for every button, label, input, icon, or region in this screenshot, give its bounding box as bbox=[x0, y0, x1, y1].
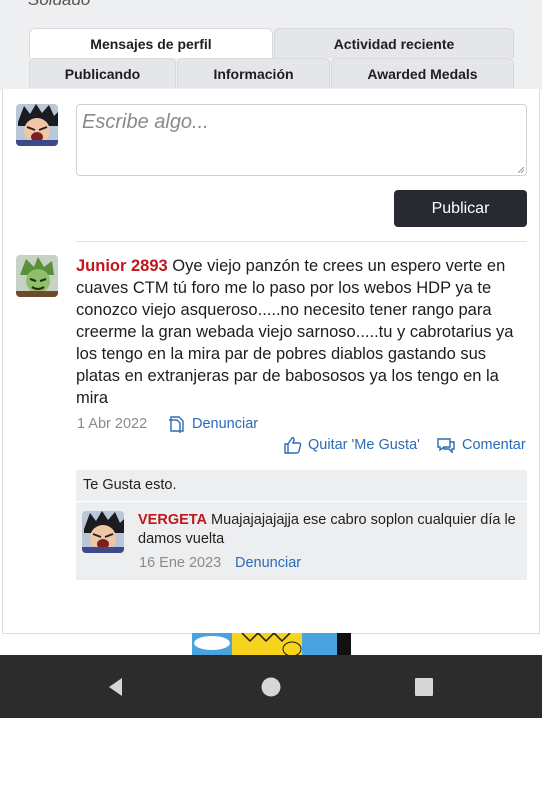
comment-message: VERGETA Muajajajajajja ese cabro soplon … bbox=[138, 511, 518, 549]
tab-recent-activity[interactable]: Actividad reciente bbox=[274, 28, 514, 58]
tab-awarded-medals[interactable]: Awarded Medals bbox=[331, 58, 514, 88]
comment-author-name[interactable]: VERGETA bbox=[138, 512, 207, 528]
unlike-label: Quitar 'Me Gusta' bbox=[308, 437, 420, 453]
thumbs-up-icon bbox=[284, 437, 302, 454]
comment-author-avatar[interactable] bbox=[82, 511, 124, 553]
tab-postings[interactable]: Publicando bbox=[29, 58, 176, 88]
report-comment-link[interactable]: Denunciar bbox=[235, 555, 301, 571]
publish-button[interactable]: Publicar bbox=[394, 190, 527, 227]
divider bbox=[76, 241, 527, 242]
likes-summary: Te Gusta esto. bbox=[76, 470, 527, 501]
recents-button[interactable] bbox=[384, 655, 464, 718]
comment-item: VERGETA Muajajajajajja ese cabro soplon … bbox=[76, 502, 527, 580]
recents-square-icon bbox=[415, 677, 433, 696]
cropped-image bbox=[192, 633, 351, 656]
post-date[interactable]: 1 Abr 2022 bbox=[77, 416, 147, 432]
report-icon bbox=[169, 416, 184, 433]
likes-text: Te Gusta esto. bbox=[83, 477, 177, 493]
comment-date[interactable]: 16 Ene 2023 bbox=[139, 555, 221, 571]
report-post-label: Denunciar bbox=[192, 416, 259, 432]
comment-link[interactable]: Comentar bbox=[436, 436, 526, 454]
current-user-avatar[interactable] bbox=[16, 104, 58, 146]
report-post-link[interactable]: Denunciar bbox=[166, 414, 258, 434]
comment-label: Comentar bbox=[462, 437, 526, 453]
unlike-link[interactable]: Quitar 'Me Gusta' bbox=[284, 436, 420, 454]
member-title: Soldado bbox=[28, 0, 90, 10]
post-body: Oye viejo panzón te crees un espero vert… bbox=[76, 257, 514, 407]
home-circle-icon bbox=[261, 677, 281, 696]
system-navigation-bar bbox=[0, 655, 542, 718]
back-button[interactable] bbox=[76, 655, 156, 718]
resize-grip-icon[interactable] bbox=[518, 167, 524, 173]
status-input-placeholder: Escribe algo... bbox=[82, 111, 209, 133]
tab-information[interactable]: Información bbox=[177, 58, 330, 88]
comment-bubble-icon bbox=[437, 438, 455, 454]
post-author-name[interactable]: Junior 2893 bbox=[76, 257, 168, 275]
back-triangle-icon bbox=[109, 677, 122, 696]
status-input[interactable]: Escribe algo... bbox=[76, 104, 527, 176]
post-message: Junior 2893 Oye viejo panzón te crees un… bbox=[76, 255, 528, 409]
profile-header-area: Soldado Mensajes de perfil Actividad rec… bbox=[0, 0, 542, 90]
home-button[interactable] bbox=[231, 655, 311, 718]
post-author-avatar[interactable] bbox=[16, 255, 58, 297]
tab-profile-posts[interactable]: Mensajes de perfil bbox=[29, 28, 273, 58]
profile-page: Soldado Mensajes de perfil Actividad rec… bbox=[0, 0, 542, 800]
